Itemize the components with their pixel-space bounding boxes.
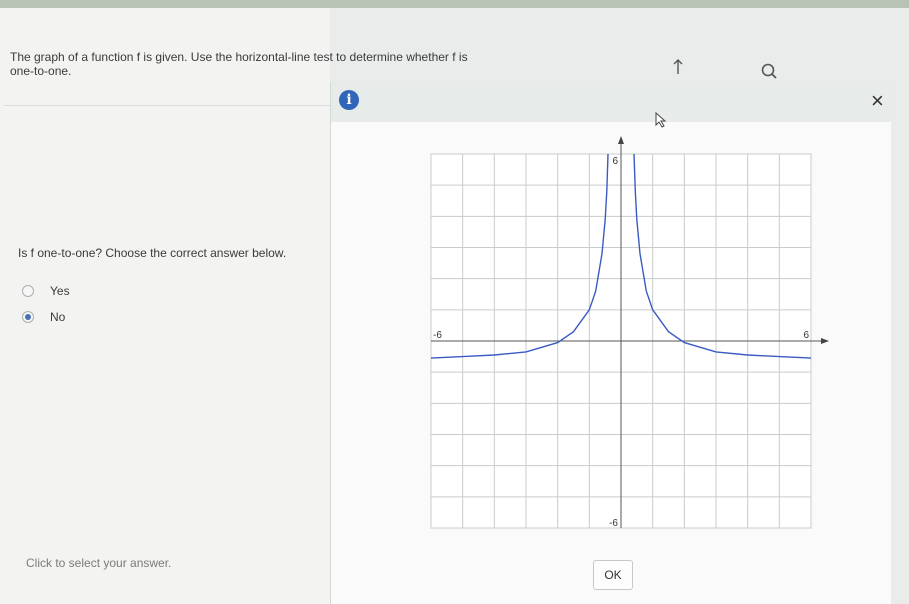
option-yes[interactable]: Yes	[22, 284, 70, 298]
x-axis-arrow-icon	[821, 338, 829, 344]
y-tick-label-min: -6	[609, 518, 618, 529]
y-axis-arrow-icon	[618, 136, 624, 144]
graph-popup: i × -6 6 6 -6 OK	[330, 82, 891, 604]
question-prompt-line2: one-to-one.	[10, 64, 72, 78]
popup-header	[331, 82, 891, 122]
function-graph: -6 6 6 -6	[430, 136, 829, 529]
close-icon[interactable]: ×	[871, 90, 884, 112]
sub-question-text: Is f one-to-one? Choose the correct answ…	[18, 246, 287, 260]
top-strip	[0, 0, 909, 8]
divider	[4, 105, 330, 106]
option-no[interactable]: No	[22, 310, 65, 324]
x-tick-label-max: 6	[803, 330, 809, 341]
pointer-arrow-icon[interactable]	[672, 58, 686, 79]
magnifier-icon[interactable]	[760, 62, 778, 83]
mouse-cursor-icon	[654, 111, 668, 131]
question-prompt: The graph of a function f is given. Use …	[10, 50, 570, 78]
question-prompt-line1: The graph of a function f is given. Use …	[10, 50, 468, 64]
hint-text: Click to select your answer.	[26, 556, 172, 570]
question-panel: Is f one-to-one? Choose the correct answ…	[0, 8, 330, 604]
option-no-label: No	[50, 310, 66, 324]
x-tick-label-min: -6	[433, 330, 442, 341]
ok-button[interactable]: OK	[593, 560, 633, 590]
radio-no[interactable]	[22, 311, 34, 323]
info-icon[interactable]: i	[339, 90, 359, 110]
option-yes-label: Yes	[50, 284, 70, 298]
radio-yes[interactable]	[22, 285, 34, 297]
y-tick-label-max: 6	[612, 156, 618, 167]
